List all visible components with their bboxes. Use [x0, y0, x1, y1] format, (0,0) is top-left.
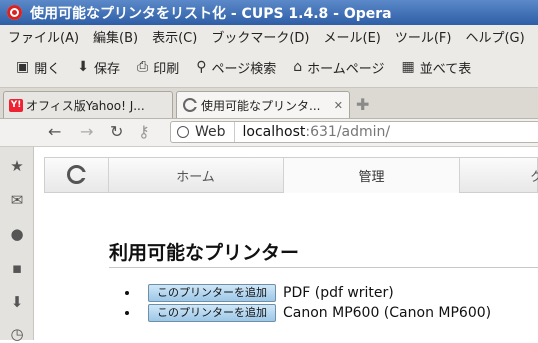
list-item: このプリンターを追加 PDF (pdf writer)	[125, 283, 491, 303]
mail-icon[interactable]: ✉	[9, 191, 25, 209]
history-icon[interactable]: ◷	[9, 325, 25, 343]
url-host: localhost	[242, 124, 306, 140]
downloads-icon[interactable]: ⬇	[9, 293, 25, 311]
site-info-badge[interactable]: Web	[171, 122, 235, 142]
open-button-label: 開く	[34, 61, 61, 77]
nav-tab-home[interactable]: ホーム	[108, 158, 284, 192]
save-icon: ⬇	[77, 59, 89, 75]
list-item: このプリンターを追加 Canon MP600 (Canon MP600)	[125, 303, 492, 323]
print-button[interactable]: ⎙ 印刷	[129, 58, 188, 77]
tab-yahoo-label: オフィス版Yahoo! J...	[26, 98, 145, 113]
cups-logo-icon	[67, 165, 87, 184]
tab-printers-label: 使用可能なプリンタ...	[201, 98, 321, 113]
side-panel: ★ ✉ ● ▪ ⬇ ◷	[0, 147, 34, 343]
opera-logo-icon	[7, 5, 22, 20]
back-icon[interactable]: ←	[48, 122, 61, 141]
forward-icon[interactable]: →	[80, 122, 93, 141]
search-icon: ⚲	[196, 59, 207, 75]
find-in-page-label: ページ検索	[211, 61, 277, 77]
find-in-page-button[interactable]: ⚲ ページ検索	[188, 58, 285, 77]
save-button-label: 保存	[93, 61, 120, 77]
menu-file[interactable]: ファイル(A)	[0, 27, 85, 46]
tile-icon: ▦	[401, 59, 415, 75]
url-field[interactable]: Web localhost:631/admin/	[170, 121, 538, 143]
reload-icon[interactable]: ↻	[110, 122, 123, 141]
home-button[interactable]: ⌂ ホームページ	[285, 58, 393, 77]
notes-icon[interactable]: ▪	[9, 259, 25, 277]
tile-button-label: 並べて表	[419, 61, 472, 77]
printer-name: Canon MP600 (Canon MP600)	[283, 305, 492, 321]
window-titlebar: 使用可能なプリンタをリスト化 - CUPS 1.4.8 - Opera	[0, 0, 538, 25]
tab-yahoo[interactable]: Y! オフィス版Yahoo! J...	[3, 91, 173, 118]
menu-edit[interactable]: 編集(B)	[85, 27, 144, 46]
heading-divider	[109, 267, 538, 268]
printer-name: PDF (pdf writer)	[283, 285, 394, 301]
bullet	[125, 291, 129, 295]
menu-mail[interactable]: メール(E)	[316, 27, 387, 46]
menu-bookmarks[interactable]: ブックマーク(D)	[203, 27, 315, 46]
page-content: ホーム 管理 ク 利用可能なプリンター このプリンターを追加 PDF (pdf …	[34, 147, 538, 340]
tile-button[interactable]: ▦ 並べて表	[393, 58, 480, 77]
address-bar: ← → ↻ ⚷ Web localhost:631/admin/	[0, 119, 538, 147]
folder-icon: ▣	[16, 59, 30, 75]
contacts-icon[interactable]: ●	[9, 225, 25, 243]
save-button[interactable]: ⬇ 保存	[69, 58, 129, 77]
cups-icon	[183, 98, 198, 112]
printer-list: このプリンターを追加 PDF (pdf writer) このプリンターを追加 C…	[125, 283, 492, 323]
add-printer-button[interactable]: このプリンターを追加	[148, 284, 276, 302]
tab-printers[interactable]: 使用可能なプリンタ... ✕	[176, 91, 350, 118]
tab-bar: Y! オフィス版Yahoo! J... 使用可能なプリンタ... ✕ ✚	[0, 88, 538, 119]
menu-view[interactable]: 表示(C)	[144, 27, 203, 46]
window-title: 使用可能なプリンタをリスト化 - CUPS 1.4.8 - Opera	[30, 5, 392, 22]
page-title: 利用可能なプリンター	[109, 242, 300, 264]
main-toolbar: ▣ 開く ⬇ 保存 ⎙ 印刷 ⚲ ページ検索 ⌂ ホームページ ▦ 並べて表	[0, 47, 538, 88]
cups-logo-cell[interactable]	[45, 158, 109, 192]
printer-icon: ⎙	[137, 59, 149, 75]
tab-close-icon[interactable]: ✕	[334, 99, 343, 112]
cups-nav-bar: ホーム 管理 ク	[44, 157, 538, 193]
bookmarks-star-icon[interactable]: ★	[9, 157, 25, 175]
yahoo-icon: Y!	[9, 98, 23, 112]
url-path: :631/admin/	[305, 124, 391, 140]
site-info-label: Web	[195, 124, 226, 140]
print-button-label: 印刷	[153, 61, 180, 77]
open-button[interactable]: ▣ 開く	[8, 58, 69, 77]
globe-icon	[177, 126, 189, 138]
add-printer-button[interactable]: このプリンターを追加	[148, 304, 276, 322]
new-tab-icon[interactable]: ✚	[356, 95, 369, 114]
key-icon[interactable]: ⚷	[138, 122, 150, 141]
nav-tab-classes[interactable]: ク	[460, 158, 538, 192]
nav-tab-admin[interactable]: 管理	[284, 158, 460, 193]
menu-help[interactable]: ヘルプ(G)	[457, 27, 530, 46]
menu-tools[interactable]: ツール(F)	[387, 27, 458, 46]
menubar: ファイル(A) 編集(B) 表示(C) ブックマーク(D) メール(E) ツール…	[0, 25, 538, 47]
bullet	[125, 311, 129, 315]
home-icon: ⌂	[293, 59, 303, 75]
home-button-label: ホームページ	[307, 61, 385, 77]
